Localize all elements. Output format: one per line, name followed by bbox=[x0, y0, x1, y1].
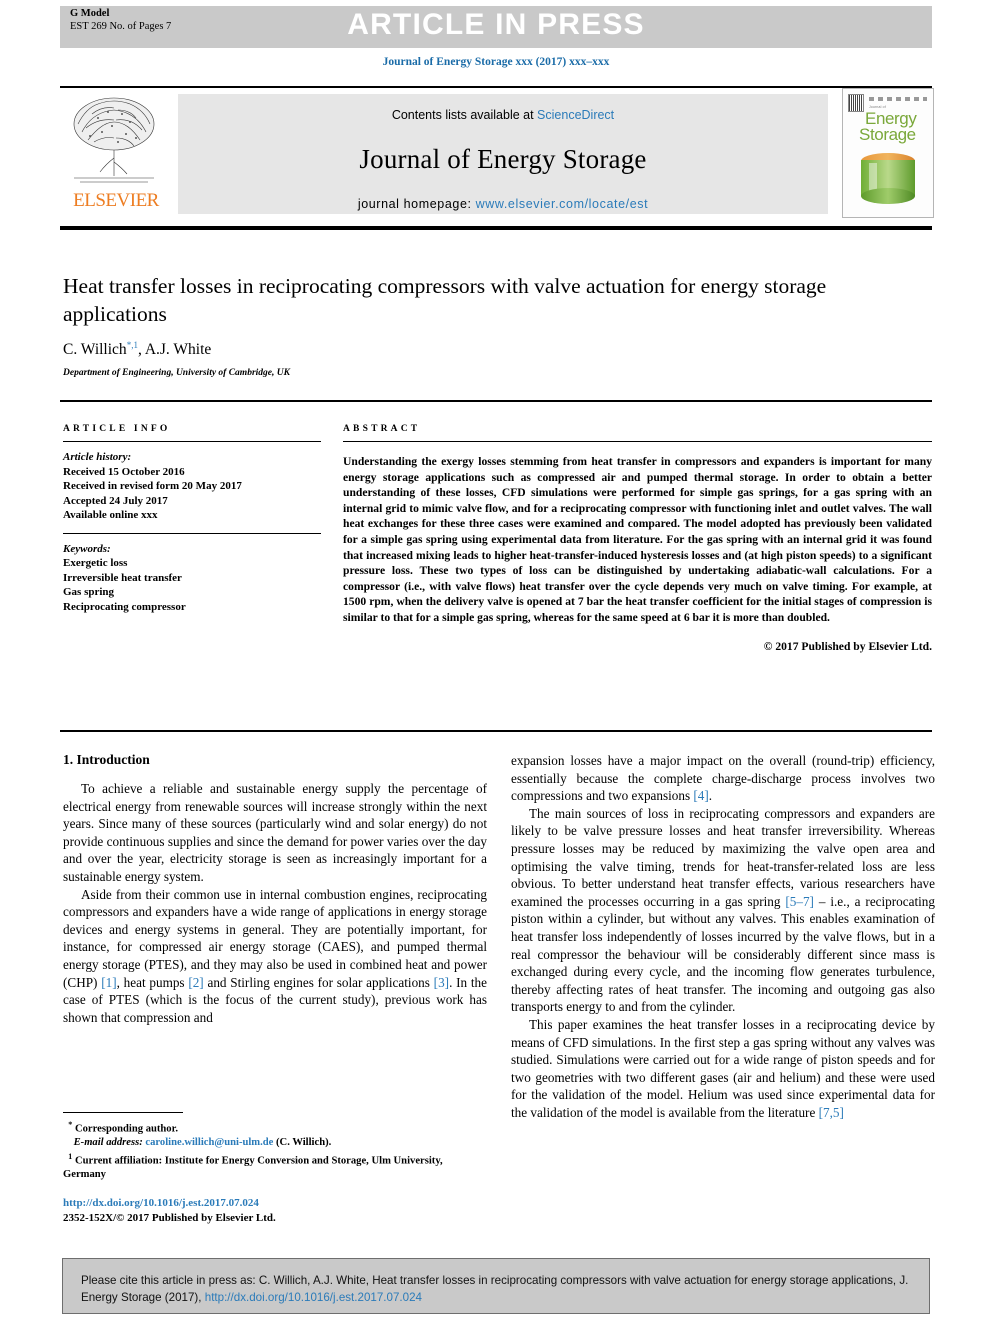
title-bottom-rule bbox=[60, 400, 932, 402]
citation-link-2[interactable]: [2] bbox=[188, 975, 203, 990]
footnote-block: * Corresponding author. E-mail address: … bbox=[63, 1112, 487, 1181]
paragraph: To achieve a reliable and sustainable en… bbox=[63, 781, 487, 884]
affiliation-note: 1 Current affiliation: Institute for Ene… bbox=[63, 1150, 487, 1182]
article-info-rule bbox=[63, 441, 321, 442]
article-page: G Model EST 269 No. of Pages 7 ARTICLE I… bbox=[0, 0, 992, 1323]
keyword-item: Gas spring bbox=[63, 586, 115, 598]
doi-block: http://dx.doi.org/10.1016/j.est.2017.07.… bbox=[63, 1196, 487, 1225]
citation-link-5-7[interactable]: [5–7] bbox=[785, 894, 814, 909]
masthead-center-panel: Contents lists available at ScienceDirec… bbox=[178, 94, 828, 214]
paragraph-text: expansion losses have a major impact on … bbox=[511, 753, 935, 804]
affiliation-marker: 1 bbox=[68, 1151, 73, 1161]
contents-prefix: Contents lists available at bbox=[391, 108, 538, 122]
cover-barcode-icon bbox=[848, 94, 864, 112]
elsevier-wordmark: ELSEVIER bbox=[73, 190, 159, 211]
paragraph: expansion losses have a major impact on … bbox=[511, 752, 935, 805]
keyword-item: Irreversible heat transfer bbox=[63, 571, 182, 584]
homepage-prefix: journal homepage: bbox=[357, 197, 476, 211]
email-link[interactable]: caroline.willich@uni-ulm.de bbox=[145, 1137, 273, 1148]
journal-title: Journal of Energy Storage bbox=[359, 144, 647, 174]
corresponding-author-text: Corresponding author. bbox=[74, 1123, 178, 1135]
keyword-item: Exergetic loss bbox=[63, 557, 128, 569]
paragraph-text: , heat pumps bbox=[116, 974, 189, 990]
email-note: E-mail address: caroline.willich@uni-ulm… bbox=[63, 1136, 487, 1150]
keyword-item: Reciprocating compressor bbox=[63, 600, 186, 613]
keywords-block: Keywords: Exergetic loss Irreversible he… bbox=[63, 542, 321, 615]
author-list: C. Willich*,1, A.J. White bbox=[63, 340, 763, 359]
contents-available-line: Contents lists available at ScienceDirec… bbox=[178, 108, 828, 122]
cover-header: Journal of Energy Storage bbox=[843, 89, 933, 144]
email-label: E-mail address: bbox=[73, 1137, 143, 1149]
cite-banner-doi-link[interactable]: http://dx.doi.org/10.1016/j.est.2017.07.… bbox=[205, 1291, 422, 1304]
journal-cover-thumbnail: Journal of Energy Storage bbox=[842, 88, 934, 218]
paragraph-text: This paper examines the heat transfer lo… bbox=[511, 1016, 935, 1120]
journal-homepage-link[interactable]: www.elsevier.com/locate/est bbox=[476, 197, 649, 211]
cite-this-article-banner: Please cite this article in press as: C.… bbox=[62, 1258, 930, 1314]
issn-copyright-line: 2352-152X/© 2017 Published by Elsevier L… bbox=[63, 1211, 276, 1224]
journal-masthead: ELSEVIER Contents lists available at Sci… bbox=[60, 86, 934, 220]
author-footnote-markers[interactable]: *,1 bbox=[127, 340, 138, 350]
citation-link-7-5[interactable]: [7,5] bbox=[819, 1105, 844, 1120]
corresponding-author-note: * Corresponding author. bbox=[63, 1118, 487, 1136]
abstract-heading: ABSTRACT bbox=[343, 424, 421, 434]
author-first: C. Willich bbox=[63, 341, 127, 359]
history-item: Available online xxx bbox=[63, 509, 158, 521]
history-item: Received 15 October 2016 bbox=[63, 465, 185, 478]
page-title: Heat transfer losses in reciprocating co… bbox=[63, 274, 827, 326]
abstract-column: ABSTRACT Understanding the exergy losses… bbox=[343, 424, 932, 653]
cite-banner-text: Please cite this article in press as: C.… bbox=[63, 1259, 929, 1306]
cover-dot-rule bbox=[869, 97, 927, 101]
paragraph: This paper examines the heat transfer lo… bbox=[511, 1016, 935, 1122]
author-rest: , A.J. White bbox=[137, 341, 212, 359]
citation-link-3[interactable]: [3] bbox=[434, 975, 449, 990]
affiliation-note-text: Current affiliation: Institute for Energ… bbox=[63, 1155, 443, 1180]
paragraph: Aside from their common use in internal … bbox=[63, 886, 487, 1027]
paragraph-text: . bbox=[708, 788, 713, 804]
citation-link-1[interactable]: [1] bbox=[101, 975, 116, 990]
masthead-bottom-rule bbox=[60, 226, 932, 230]
abstract-bottom-rule bbox=[60, 730, 932, 732]
article-history-block: Article history: Received 15 October 201… bbox=[63, 450, 321, 523]
corresponding-author-marker: * bbox=[68, 1120, 73, 1129]
history-item: Received in revised form 20 May 2017 bbox=[63, 480, 242, 492]
cover-cylinder-bottom bbox=[861, 188, 915, 204]
body-column-left: 1. Introduction To achieve a reliable an… bbox=[63, 752, 487, 1026]
abstract-rule bbox=[343, 441, 932, 442]
journal-reference-line: Journal of Energy Storage xxx (2017) xxx… bbox=[382, 56, 610, 68]
elsevier-logo: ELSEVIER bbox=[60, 94, 172, 216]
email-suffix: (C. Willich). bbox=[276, 1137, 332, 1149]
article-history-label: Article history: bbox=[63, 451, 132, 463]
footnote-rule bbox=[63, 1112, 183, 1113]
cover-title-line2: Storage bbox=[859, 125, 916, 144]
author-affiliation: Department of Engineering, University of… bbox=[63, 368, 290, 378]
elsevier-tree-icon bbox=[68, 94, 160, 189]
abstract-text: Understanding the exergy losses stemming… bbox=[343, 455, 932, 624]
section-heading-introduction: 1. Introduction bbox=[63, 752, 150, 767]
abstract-copyright: © 2017 Published by Elsevier Ltd. bbox=[763, 639, 932, 653]
history-item: Accepted 24 July 2017 bbox=[63, 494, 168, 507]
sciencedirect-link[interactable]: ScienceDirect bbox=[537, 108, 614, 122]
article-info-column: ARTICLE INFO Article history: Received 1… bbox=[63, 424, 321, 614]
body-column-right: expansion losses have a major impact on … bbox=[511, 752, 935, 1121]
keywords-rule bbox=[63, 532, 321, 534]
article-info-heading: ARTICLE INFO bbox=[63, 424, 171, 434]
keywords-label: Keywords: bbox=[63, 542, 111, 555]
doi-link[interactable]: http://dx.doi.org/10.1016/j.est.2017.07.… bbox=[63, 1197, 259, 1209]
citation-link-4[interactable]: [4] bbox=[693, 788, 708, 803]
journal-homepage-line: journal homepage: www.elsevier.com/locat… bbox=[178, 197, 828, 211]
article-in-press-text: ARTICLE IN PRESS bbox=[347, 8, 645, 41]
paragraph: The main sources of loss in reciprocatin… bbox=[511, 805, 935, 1016]
paragraph-text: and Stirling engines for solar applicati… bbox=[203, 974, 434, 990]
paragraph-text: – i.e., a reciprocating piston within a … bbox=[511, 893, 935, 1015]
